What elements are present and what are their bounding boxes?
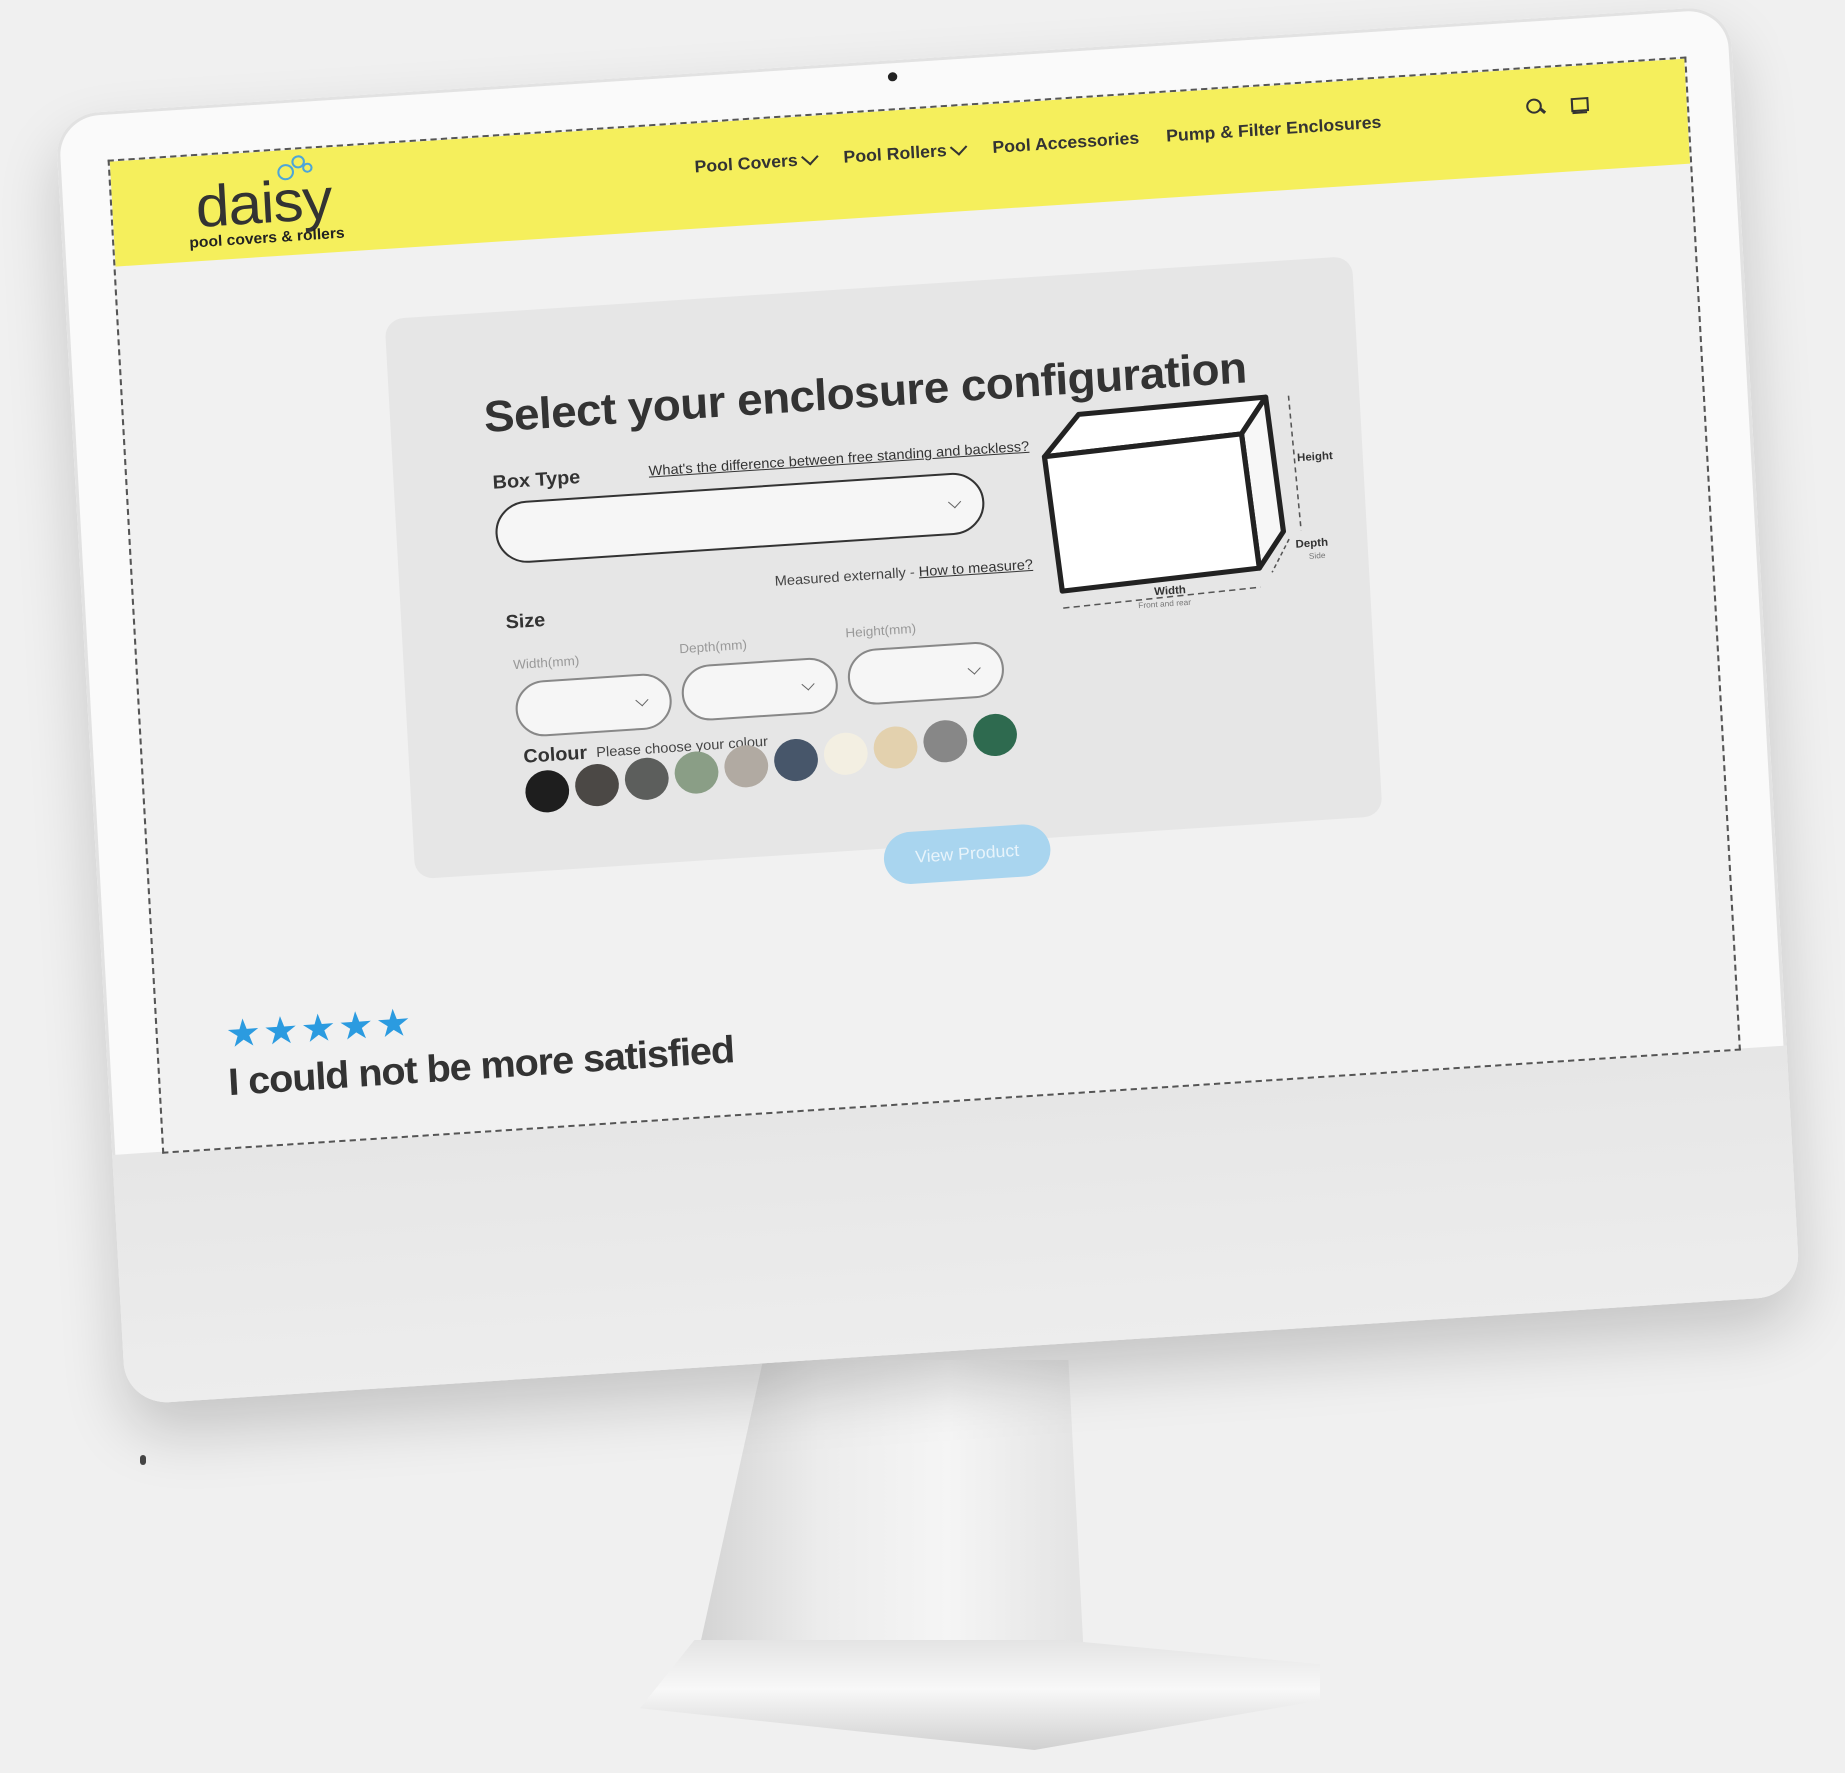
colour-swatch[interactable]: [673, 750, 720, 795]
colour-swatch[interactable]: [574, 762, 621, 808]
main-nav: Pool Covers Pool Rollers Pool Accessorie…: [694, 113, 1382, 178]
nav-pool-covers[interactable]: Pool Covers: [694, 148, 819, 178]
configurator-card: Select your enclosure configuration Box …: [384, 256, 1383, 886]
size-label: Size: [505, 609, 546, 634]
monitor-body: daisy pool covers & rollers Pool Covers …: [55, 5, 1801, 1405]
colour-swatch[interactable]: [723, 743, 770, 789]
chevron-down-icon: [635, 693, 649, 707]
chevron-down-icon: [947, 495, 962, 509]
colour-label: Colour: [522, 742, 588, 768]
cart-icon[interactable]: [1567, 95, 1589, 116]
rating-stars: ★★★★★: [224, 1001, 415, 1057]
colour-swatch[interactable]: [524, 768, 571, 814]
monitor-side-dot: [140, 1455, 146, 1465]
colour-swatch[interactable]: [822, 731, 869, 777]
nav-label: Pool Accessories: [991, 128, 1140, 158]
chevron-down-icon: [801, 677, 815, 691]
depth-dimension-label: Depth: [1295, 536, 1329, 551]
height-select[interactable]: [846, 640, 1006, 707]
colour-swatch[interactable]: [623, 756, 670, 802]
height-label: Height(mm): [845, 620, 917, 641]
nav-label: Pool Rollers: [842, 141, 948, 167]
box-type-help-link[interactable]: What's the difference between free stand…: [648, 438, 1029, 479]
view-product-button[interactable]: View Product: [882, 822, 1052, 886]
chevron-down-icon: [967, 661, 981, 675]
chevron-down-icon: [801, 148, 819, 166]
depth-select[interactable]: [680, 656, 840, 723]
width-label: Width(mm): [512, 652, 580, 673]
nav-label: Pool Covers: [694, 150, 799, 177]
colour-swatch[interactable]: [972, 712, 1019, 758]
colour-swatch[interactable]: [922, 718, 969, 764]
nav-pool-rollers[interactable]: Pool Rollers: [842, 138, 968, 168]
width-dimension-label: Width: [1153, 584, 1187, 599]
nav-pump-filter-enclosures[interactable]: Pump & Filter Enclosures: [1166, 113, 1382, 147]
colour-swatch[interactable]: [872, 725, 919, 770]
screen: daisy pool covers & rollers Pool Covers …: [107, 56, 1741, 1154]
box-diagram-graphic: [1041, 394, 1302, 609]
height-dimension-label: Height: [1296, 449, 1334, 465]
box-type-label: Box Type: [492, 467, 581, 494]
nav-pool-accessories[interactable]: Pool Accessories: [992, 128, 1140, 158]
how-to-measure-link[interactable]: How to measure?: [918, 556, 1033, 579]
header-icons: [1526, 95, 1590, 119]
measure-note: Measured externally -: [774, 563, 920, 589]
depth-label: Depth(mm): [678, 636, 748, 657]
monitor: daisy pool covers & rollers Pool Covers …: [0, 0, 1845, 1773]
chevron-down-icon: [950, 138, 968, 156]
box-diagram: Height Depth Side Width Front and rear: [1030, 367, 1355, 617]
size-note: Measured externally - How to measure?: [774, 556, 1033, 589]
colour-swatch[interactable]: [773, 737, 820, 783]
width-select[interactable]: [514, 671, 674, 739]
nav-label: Pump & Filter Enclosures: [1165, 112, 1382, 146]
depth-dimension-sub: Side: [1308, 550, 1326, 561]
search-icon[interactable]: [1526, 98, 1546, 117]
